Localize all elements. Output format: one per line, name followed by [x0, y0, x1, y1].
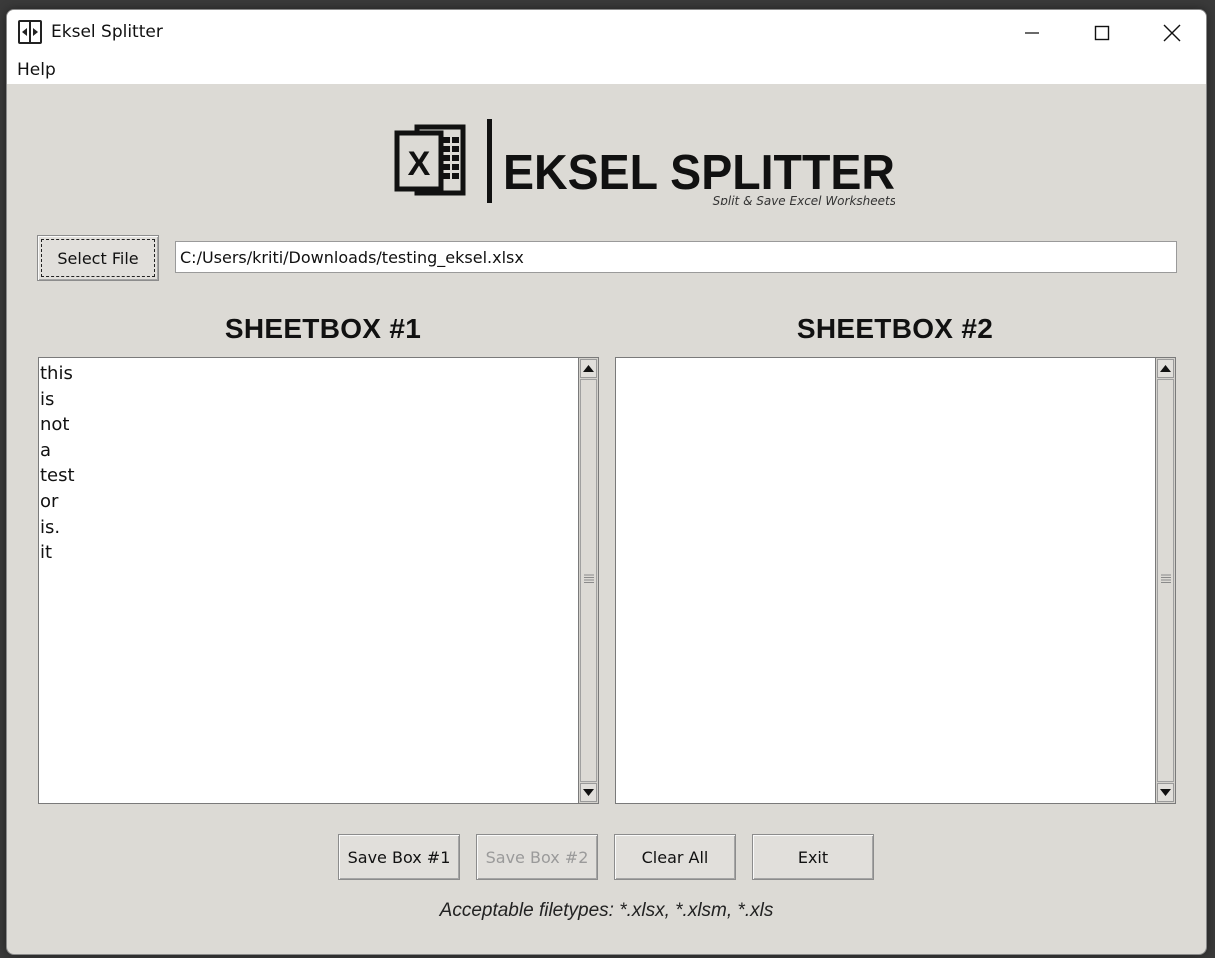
- scroll-thumb[interactable]: [580, 379, 597, 782]
- close-icon: [1163, 24, 1181, 42]
- exit-button[interactable]: Exit: [752, 834, 874, 880]
- menu-bar: Help: [7, 56, 1206, 84]
- scroll-down-button[interactable]: [580, 783, 597, 802]
- clear-all-button[interactable]: Clear All: [614, 834, 736, 880]
- close-button[interactable]: [1137, 10, 1206, 56]
- app-window: Eksel Splitter Help X EKSEL SPLITTER Spl…: [6, 9, 1207, 955]
- maximize-icon: [1094, 25, 1110, 41]
- app-logo: X EKSEL SPLITTER Split & Save Excel Work…: [394, 119, 895, 205]
- save-box-1-button[interactable]: Save Box #1: [338, 834, 460, 880]
- list-item[interactable]: not: [40, 412, 75, 438]
- list-item[interactable]: test: [40, 463, 75, 489]
- sheetbox-2-scrollbar[interactable]: [1155, 357, 1176, 804]
- sheetbox-1-items: this is not a test or is. it: [40, 361, 75, 566]
- logo-title: EKSEL SPLITTER: [503, 146, 895, 200]
- list-item[interactable]: is: [40, 387, 75, 413]
- scroll-up-button[interactable]: [1157, 359, 1174, 378]
- window-title: Eksel Splitter: [51, 22, 163, 42]
- title-bar[interactable]: Eksel Splitter: [7, 10, 1206, 56]
- list-item[interactable]: a: [40, 438, 75, 464]
- list-item[interactable]: or: [40, 489, 75, 515]
- menu-help[interactable]: Help: [17, 60, 56, 80]
- file-path-field[interactable]: [175, 241, 1177, 273]
- filetype-note: Acceptable filetypes: *.xlsx, *.xlsm, *.…: [439, 900, 774, 921]
- save-box-2-button[interactable]: Save Box #2: [476, 834, 598, 880]
- select-file-button[interactable]: Select File: [37, 235, 159, 281]
- scroll-thumb[interactable]: [1157, 379, 1174, 782]
- maximize-button[interactable]: [1067, 10, 1137, 56]
- scroll-down-button[interactable]: [1157, 783, 1174, 802]
- sheetbox-1-list[interactable]: this is not a test or is. it: [38, 357, 578, 804]
- minimize-icon: [1025, 32, 1039, 34]
- svg-text:X: X: [408, 145, 431, 183]
- grip-icon: [584, 574, 594, 583]
- minimize-button[interactable]: [997, 10, 1067, 56]
- list-item[interactable]: it: [40, 540, 75, 566]
- scroll-up-button[interactable]: [580, 359, 597, 378]
- grip-icon: [1161, 574, 1171, 583]
- logo-divider: [487, 119, 492, 203]
- eksel-app-icon: [18, 20, 42, 44]
- focus-ring: [41, 239, 155, 277]
- sheetbox-2-list[interactable]: [615, 357, 1155, 804]
- list-item[interactable]: this: [40, 361, 75, 387]
- sheetbox-1-title: SHEETBOX #1: [224, 313, 422, 344]
- arrow-down-icon: [583, 789, 594, 796]
- logo-tagline: Split & Save Excel Worksheets: [713, 194, 895, 205]
- arrow-up-icon: [583, 365, 594, 372]
- excel-file-icon: X: [394, 124, 466, 196]
- arrow-down-icon: [1160, 789, 1171, 796]
- sheetbox-2-title: SHEETBOX #2: [796, 313, 994, 344]
- sheetbox-1-scrollbar[interactable]: [578, 357, 599, 804]
- list-item[interactable]: is.: [40, 515, 75, 541]
- arrow-up-icon: [1160, 365, 1171, 372]
